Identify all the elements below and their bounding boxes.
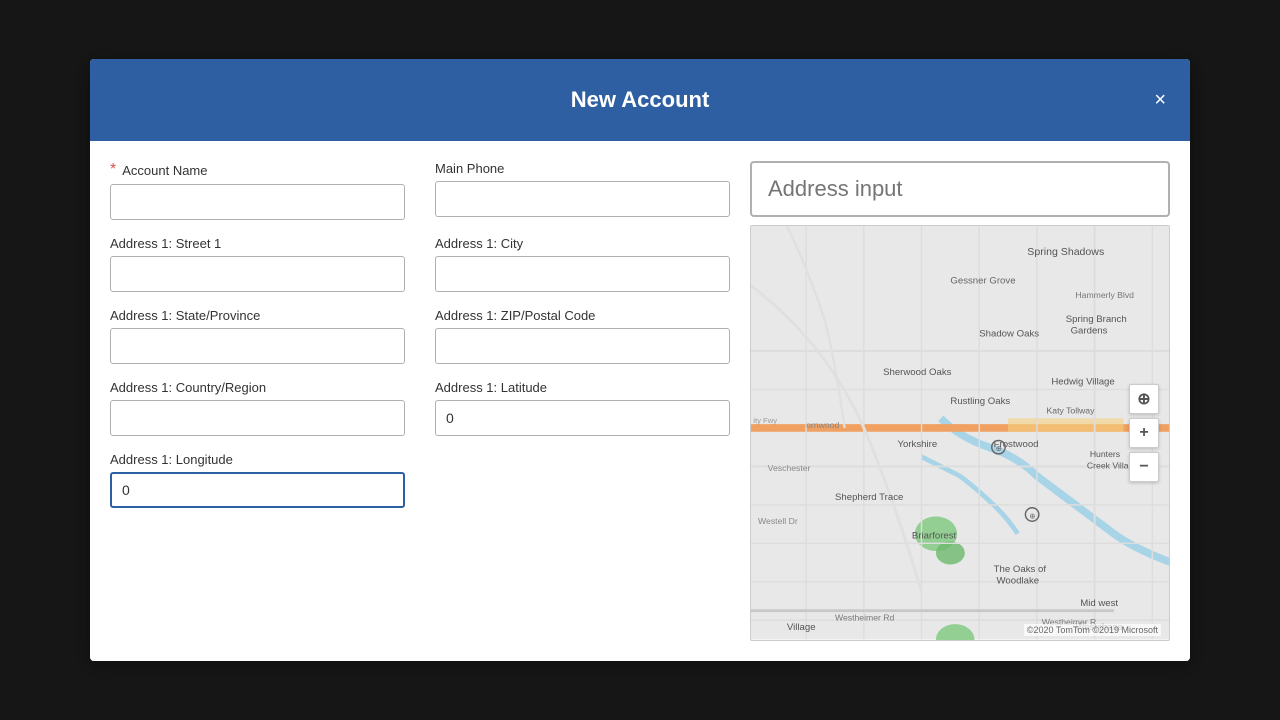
country-input[interactable] (110, 400, 405, 436)
zip-label: Address 1: ZIP/Postal Code (435, 308, 730, 323)
account-name-label-row: * Account Name (110, 161, 405, 179)
main-phone-input[interactable] (435, 181, 730, 217)
svg-text:Briarforest: Briarforest (912, 531, 957, 542)
main-phone-group: Main Phone (435, 161, 730, 220)
longitude-input[interactable] (110, 472, 405, 508)
svg-text:Rustling Oaks: Rustling Oaks (950, 396, 1010, 407)
state-label: Address 1: State/Province (110, 308, 405, 323)
svg-text:Spring Shadows: Spring Shadows (1027, 246, 1104, 258)
svg-text:Mid west: Mid west (1080, 598, 1118, 609)
svg-text:The Oaks of: The Oaks of (994, 564, 1047, 575)
map-attribution: ©2020 TomTom ©2019 Microsoft (1024, 624, 1161, 636)
svg-text:Katy Tollway: Katy Tollway (1047, 406, 1096, 416)
svg-text:Village: Village (787, 622, 816, 633)
zoom-in-icon: + (1139, 424, 1148, 442)
svg-text:⊕: ⊕ (996, 444, 1002, 453)
street1-input[interactable] (110, 256, 405, 292)
svg-text:ity Fwy: ity Fwy (753, 416, 777, 425)
country-group: Address 1: Country/Region (110, 380, 405, 436)
state-input[interactable] (110, 328, 405, 364)
form-section: * Account Name Main Phone Address 1: Str… (110, 161, 730, 641)
address-input[interactable] (750, 161, 1170, 217)
country-label: Address 1: Country/Region (110, 380, 405, 395)
street1-label: Address 1: Street 1 (110, 236, 405, 251)
svg-text:Gessner Grove: Gessner Grove (950, 276, 1015, 287)
state-group: Address 1: State/Province (110, 308, 405, 364)
svg-text:Hunters: Hunters (1090, 449, 1121, 459)
form-grid: * Account Name Main Phone Address 1: Str… (110, 161, 730, 508)
map-svg: Spring Shadows Gessner Grove Hammerly Bl… (751, 226, 1169, 640)
modal-header: New Account × (90, 59, 1190, 141)
svg-text:⊕: ⊕ (1029, 512, 1035, 521)
map-section: Spring Shadows Gessner Grove Hammerly Bl… (750, 161, 1170, 641)
svg-text:Gardens: Gardens (1071, 326, 1108, 337)
svg-text:Hammerly Blvd: Hammerly Blvd (1075, 290, 1134, 300)
main-phone-label: Main Phone (435, 161, 730, 176)
svg-text:Veschester: Veschester (768, 463, 811, 473)
svg-text:ornwood: ornwood (806, 420, 839, 430)
city-input[interactable] (435, 256, 730, 292)
required-star: * (110, 161, 116, 179)
city-label: Address 1: City (435, 236, 730, 251)
svg-text:Westheimer Rd: Westheimer Rd (835, 613, 895, 623)
zip-group: Address 1: ZIP/Postal Code (435, 308, 730, 364)
close-button[interactable]: × (1146, 86, 1174, 114)
zoom-in-button[interactable]: + (1129, 418, 1159, 448)
modal-title: New Account (571, 87, 710, 112)
account-name-label: Account Name (122, 163, 207, 178)
modal-overlay: New Account × * Account Name (0, 0, 1280, 720)
svg-text:Shadow Oaks: Shadow Oaks (979, 329, 1039, 340)
longitude-label: Address 1: Longitude (110, 452, 405, 467)
latitude-input[interactable] (435, 400, 730, 436)
svg-text:Shepherd Trace: Shepherd Trace (835, 492, 903, 503)
map-container: Spring Shadows Gessner Grove Hammerly Bl… (750, 225, 1170, 641)
latitude-label: Address 1: Latitude (435, 380, 730, 395)
svg-text:Westell Dr: Westell Dr (758, 516, 798, 526)
svg-text:Yorkshire: Yorkshire (897, 439, 937, 450)
svg-text:Sherwood Oaks: Sherwood Oaks (883, 367, 952, 378)
modal-body: * Account Name Main Phone Address 1: Str… (90, 141, 1190, 661)
street1-group: Address 1: Street 1 (110, 236, 405, 292)
compass-icon: ⊕ (1137, 389, 1150, 409)
zip-input[interactable] (435, 328, 730, 364)
city-group: Address 1: City (435, 236, 730, 292)
svg-text:Spring Branch: Spring Branch (1066, 314, 1127, 325)
compass-button[interactable]: ⊕ (1129, 384, 1159, 414)
latitude-group: Address 1: Latitude (435, 380, 730, 436)
zoom-out-icon: − (1139, 458, 1148, 476)
svg-text:Woodlake: Woodlake (997, 576, 1040, 587)
svg-text:Hedwig Village: Hedwig Village (1051, 377, 1114, 388)
account-name-group: * Account Name (110, 161, 405, 220)
svg-text:Creek Villa: Creek Villa (1087, 461, 1129, 471)
zoom-out-button[interactable]: − (1129, 452, 1159, 482)
new-account-modal: New Account × * Account Name (90, 59, 1190, 661)
account-name-input[interactable] (110, 184, 405, 220)
map-controls: ⊕ + − (1129, 384, 1159, 482)
longitude-group: Address 1: Longitude (110, 452, 405, 508)
